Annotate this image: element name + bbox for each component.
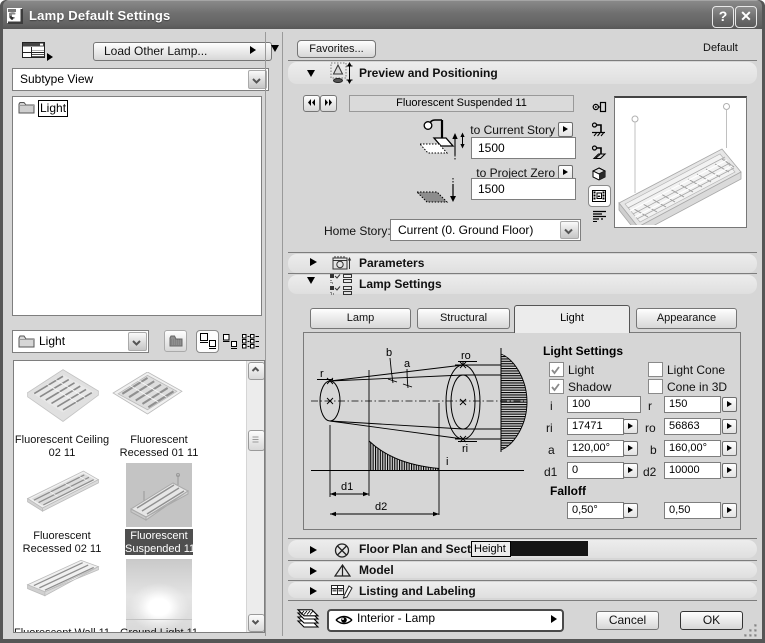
- svg-text:r: r: [320, 368, 324, 380]
- svg-text:b: b: [386, 347, 392, 359]
- svg-text:ri: ri: [462, 443, 468, 455]
- svg-text:d2: d2: [375, 501, 387, 513]
- svg-text:i: i: [446, 456, 448, 468]
- svg-text:d1: d1: [341, 481, 353, 493]
- svg-text:a: a: [404, 358, 411, 370]
- svg-text:ro: ro: [461, 350, 471, 362]
